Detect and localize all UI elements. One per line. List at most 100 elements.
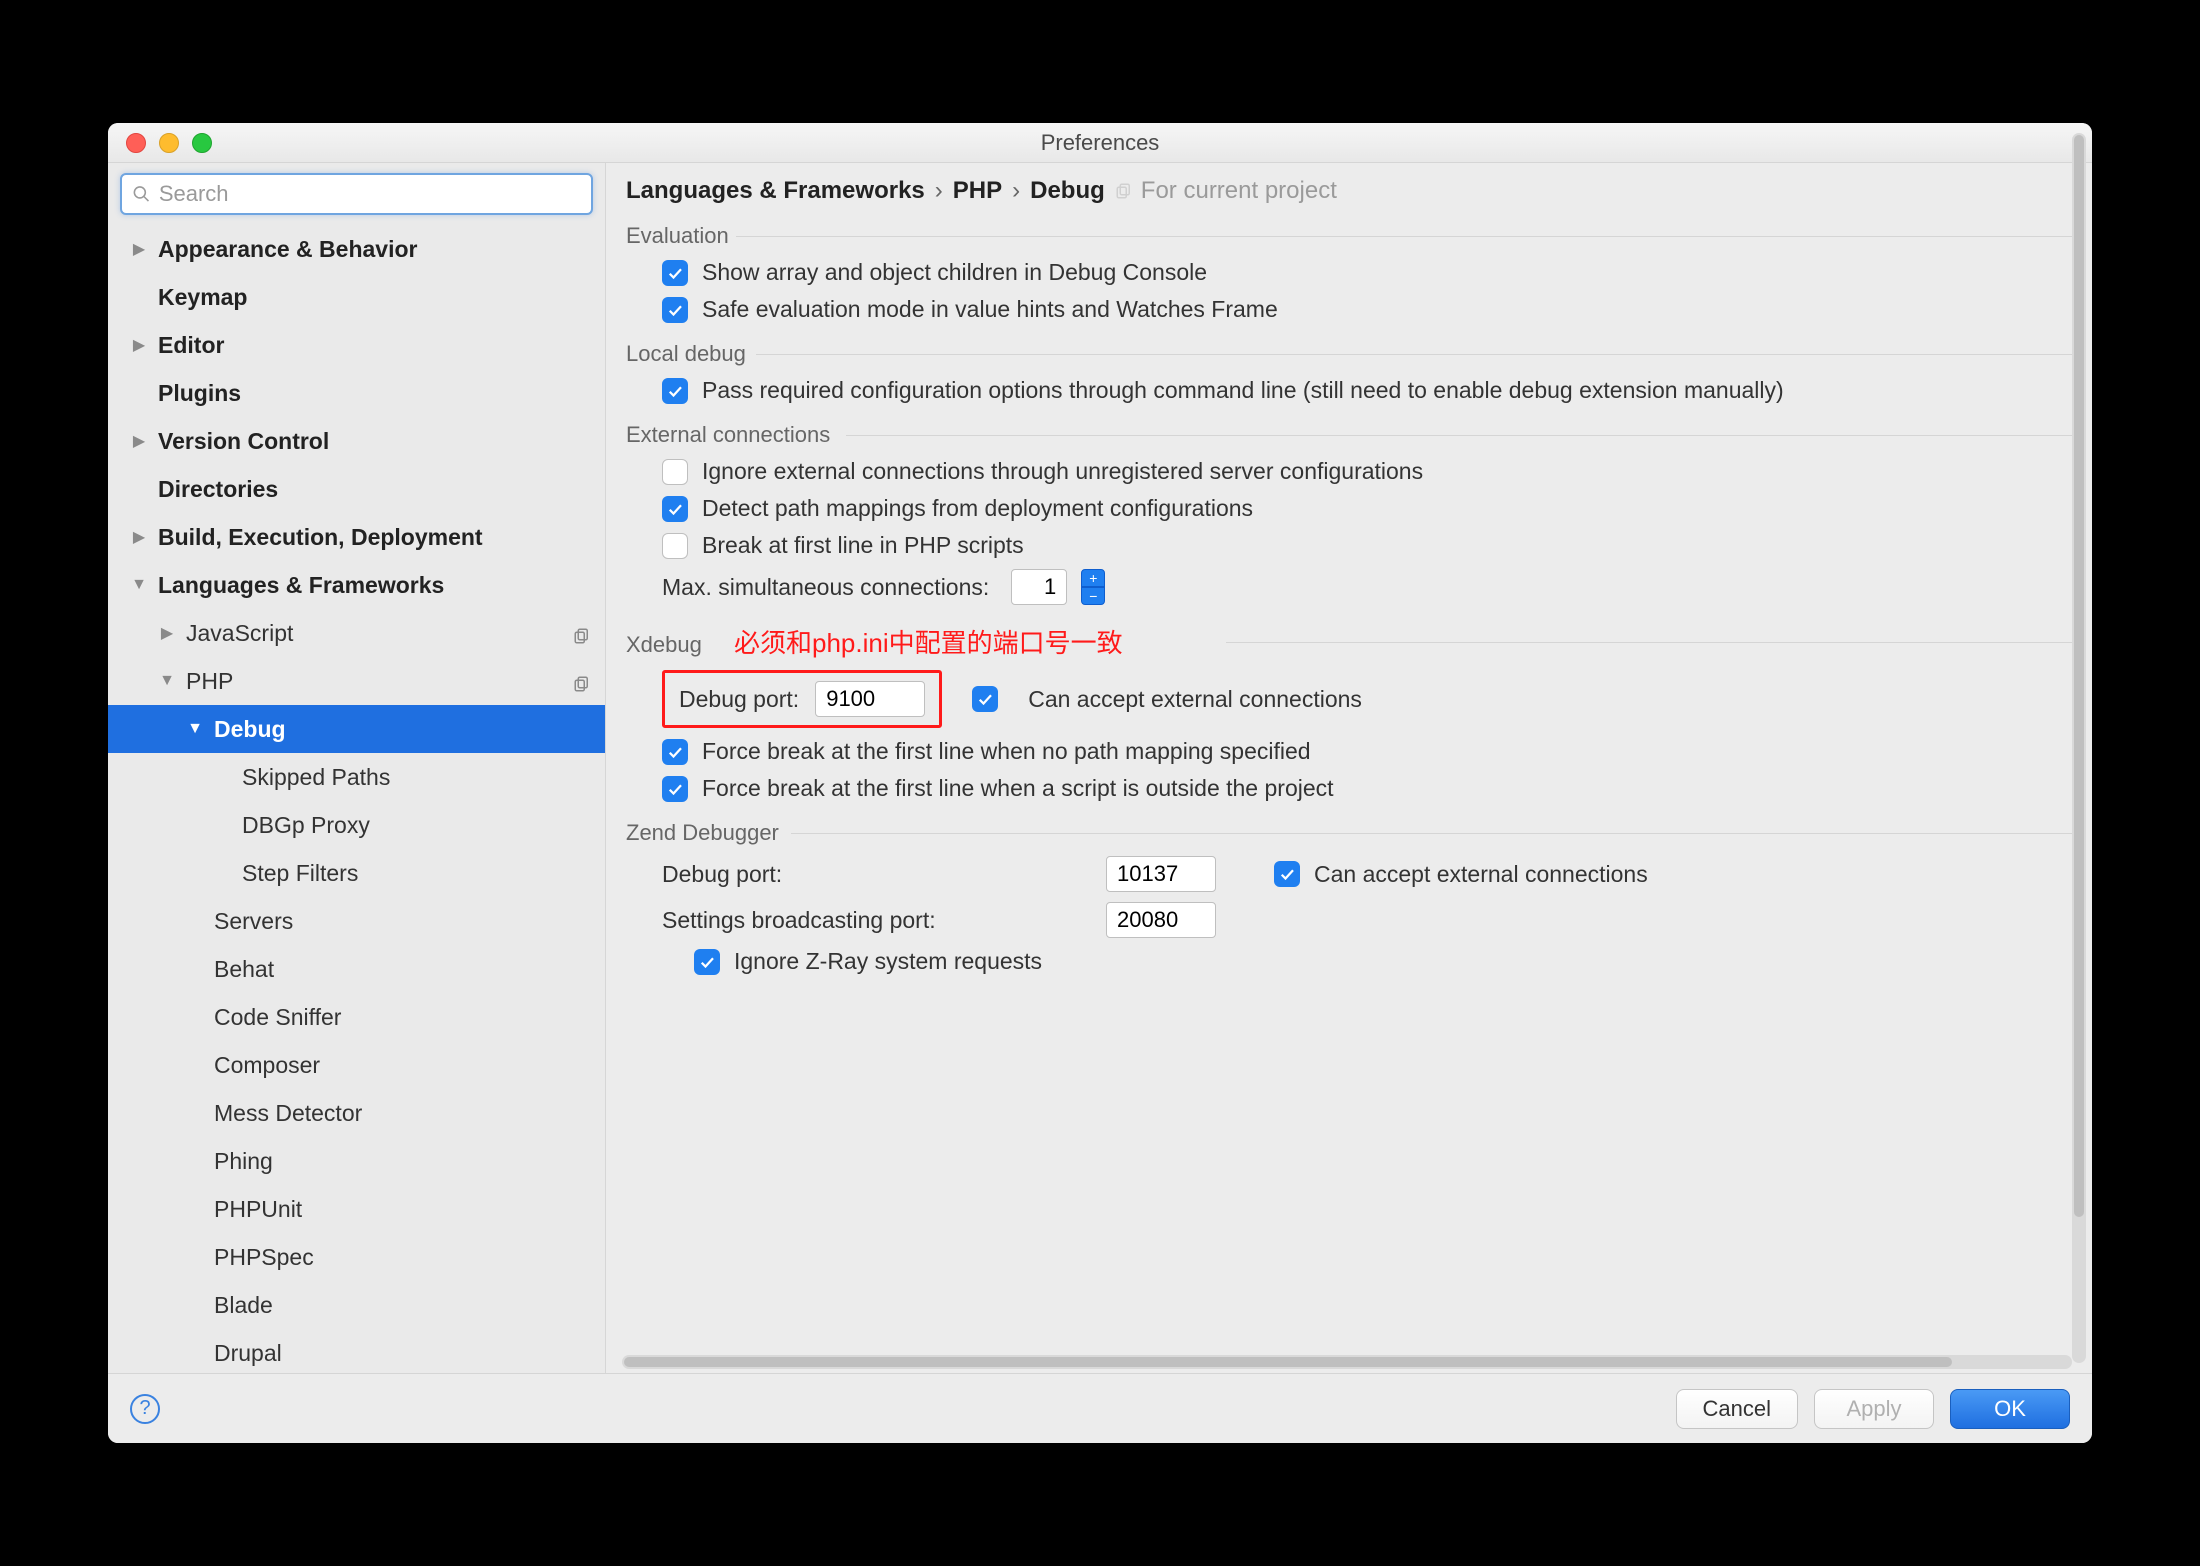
tree-item-behat[interactable]: Behat	[108, 945, 605, 993]
tree-item-php[interactable]: ▼PHP	[108, 657, 605, 705]
chk-ext-ignore-unreg[interactable]	[662, 459, 688, 485]
vertical-scrollbar[interactable]	[2072, 163, 2086, 1363]
tree-item-editor[interactable]: ▶ Editor	[108, 321, 605, 369]
main-panel: Languages & Frameworks › PHP › Debug For…	[606, 163, 2092, 1373]
chevron-right-icon: ▶	[130, 335, 148, 355]
tree-item-label: Code Sniffer	[214, 1004, 341, 1031]
settings-tree[interactable]: ▶Appearance & BehaviorKeymap▶EditorPlugi…	[108, 223, 605, 1373]
chevron-down-icon: ▼	[186, 720, 204, 738]
stepper-down[interactable]: −	[1081, 587, 1105, 605]
copy-settings-icon[interactable]	[573, 672, 591, 690]
chk-xdebug-accept-ext[interactable]	[972, 686, 998, 712]
crumb-c: Debug	[1030, 177, 1105, 205]
tree-item-label: Build, Execution, Deployment	[158, 524, 483, 551]
tree-item-label: Step Filters	[242, 860, 358, 887]
tree-item-servers[interactable]: Servers	[108, 897, 605, 945]
input-xdebug-port[interactable]	[815, 681, 925, 717]
ok-button[interactable]: OK	[1950, 1389, 2070, 1429]
input-max-sim[interactable]	[1011, 569, 1067, 605]
tree-item-label: Composer	[214, 1052, 320, 1079]
cancel-button[interactable]: Cancel	[1676, 1389, 1798, 1429]
tree-item-appearance-behavior[interactable]: ▶Appearance & Behavior	[108, 225, 605, 273]
chk-local-pass-config[interactable]	[662, 378, 688, 404]
tree-item-label: PHPUnit	[214, 1196, 302, 1223]
section-xdebug: Xdebug 必须和php.ini中配置的端口号一致	[626, 623, 2070, 660]
chevron-right-icon: ▶	[158, 623, 176, 643]
lbl-eval-safe-mode: Safe evaluation mode in value hints and …	[702, 296, 1278, 323]
tree-item-keymap[interactable]: Keymap	[108, 273, 605, 321]
tree-item-label: Blade	[214, 1292, 273, 1319]
tree-item-composer[interactable]: Composer	[108, 1041, 605, 1089]
tree-item-label: Behat	[214, 956, 274, 983]
lbl-zend-bcast: Settings broadcasting port:	[662, 907, 1092, 934]
tree-item-label: Editor	[158, 332, 224, 359]
stepper-up[interactable]: +	[1081, 569, 1105, 587]
stepper-max-sim[interactable]: + −	[1081, 569, 1105, 605]
crumb-b[interactable]: PHP	[953, 177, 1002, 205]
tree-item-skipped-paths[interactable]: Skipped Paths	[108, 753, 605, 801]
copy-settings-icon[interactable]	[573, 624, 591, 642]
tree-item-build-execution-deployment[interactable]: ▶ Build, Execution, Deployment	[108, 513, 605, 561]
footer: ? Cancel Apply OK	[108, 1373, 2092, 1443]
input-zend-bcast[interactable]	[1106, 902, 1216, 938]
tree-item-javascript[interactable]: ▶ JavaScript	[108, 609, 605, 657]
window-title: Preferences	[108, 130, 2092, 156]
lbl-eval-show-children: Show array and object children in Debug …	[702, 259, 1207, 286]
chk-xdebug-fb1[interactable]	[662, 739, 688, 765]
help-button[interactable]: ?	[130, 1394, 160, 1424]
tree-item-directories[interactable]: Directories	[108, 465, 605, 513]
chk-xdebug-fb2[interactable]	[662, 776, 688, 802]
annotation-xdebug: 必须和php.ini中配置的端口号一致	[734, 628, 1123, 658]
tree-item-version-control[interactable]: ▶Version Control	[108, 417, 605, 465]
tree-item-label: JavaScript	[186, 620, 293, 647]
search-input[interactable]	[159, 181, 581, 207]
tree-item-code-sniffer[interactable]: Code Sniffer	[108, 993, 605, 1041]
chk-ext-break-first[interactable]	[662, 533, 688, 559]
apply-button[interactable]: Apply	[1814, 1389, 1934, 1429]
lbl-zend-ignore-zray: Ignore Z-Ray system requests	[734, 948, 1042, 975]
tree-item-languages-frameworks[interactable]: ▼Languages & Frameworks	[108, 561, 605, 609]
tree-item-label: Servers	[214, 908, 293, 935]
preferences-window: Preferences ▶Appearance & BehaviorKeymap…	[108, 123, 2092, 1443]
horizontal-scrollbar[interactable]	[622, 1355, 2072, 1369]
crumb-a[interactable]: Languages & Frameworks	[626, 177, 925, 205]
tree-item-dbgp-proxy[interactable]: DBGp Proxy	[108, 801, 605, 849]
tree-item-label: Appearance & Behavior	[158, 236, 417, 263]
chk-eval-show-children[interactable]	[662, 260, 688, 286]
tree-item-phing[interactable]: Phing	[108, 1137, 605, 1185]
tree-item-debug[interactable]: ▼Debug	[108, 705, 605, 753]
lbl-zend-port: Debug port:	[662, 861, 1092, 888]
lbl-ext-detect-mappings: Detect path mappings from deployment con…	[702, 495, 1253, 522]
lbl-xdebug-fb2: Force break at the first line when a scr…	[702, 775, 1334, 802]
tree-item-label: DBGp Proxy	[242, 812, 370, 839]
tree-item-phpspec[interactable]: PHPSpec	[108, 1233, 605, 1281]
tree-item-label: Directories	[158, 476, 278, 503]
tree-item-drupal[interactable]: Drupal	[108, 1329, 605, 1373]
project-scope-icon	[1115, 182, 1133, 200]
chk-eval-safe-mode[interactable]	[662, 297, 688, 323]
tree-item-label: Skipped Paths	[242, 764, 390, 791]
chk-zend-ignore-zray[interactable]	[694, 949, 720, 975]
chevron-right-icon: ▶	[130, 527, 148, 547]
scope-label: For current project	[1141, 177, 1337, 205]
tree-item-mess-detector[interactable]: Mess Detector	[108, 1089, 605, 1137]
tree-item-phpunit[interactable]: PHPUnit	[108, 1185, 605, 1233]
highlight-debug-port: Debug port:	[662, 670, 942, 728]
tree-item-blade[interactable]: Blade	[108, 1281, 605, 1329]
tree-item-plugins[interactable]: Plugins	[108, 369, 605, 417]
tree-item-label: Keymap	[158, 284, 247, 311]
search-icon	[132, 184, 151, 204]
tree-item-label: Phing	[214, 1148, 273, 1175]
chk-zend-accept-ext[interactable]	[1274, 861, 1300, 887]
section-external: External connections	[626, 422, 2070, 448]
search-field[interactable]	[120, 173, 593, 215]
lbl-zend-accept-ext: Can accept external connections	[1314, 861, 1648, 888]
input-zend-port[interactable]	[1106, 856, 1216, 892]
settings-content: Evaluation Show array and object childre…	[606, 209, 2092, 1373]
tree-item-label: Plugins	[158, 380, 241, 407]
tree-item-label: Version Control	[158, 428, 329, 455]
lbl-xdebug-accept-ext: Can accept external connections	[1028, 686, 1362, 713]
sidebar: ▶Appearance & BehaviorKeymap▶EditorPlugi…	[108, 163, 606, 1373]
chk-ext-detect-mappings[interactable]	[662, 496, 688, 522]
tree-item-step-filters[interactable]: Step Filters	[108, 849, 605, 897]
